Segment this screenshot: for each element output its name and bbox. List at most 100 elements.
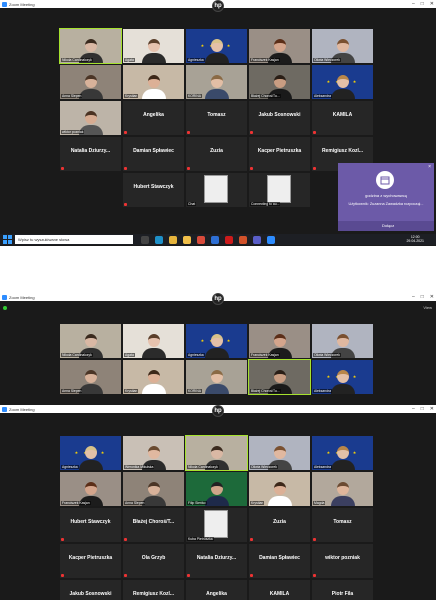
participant-name: Zuzia (210, 148, 223, 154)
chrome-icon[interactable] (197, 235, 205, 244)
participant-tile[interactable]: KAMILA (249, 580, 310, 600)
close-button[interactable]: ✕ (430, 406, 434, 412)
participant-tile[interactable]: Franciszek Kasjan (249, 29, 310, 63)
participant-tile[interactable]: Piotr Fila (312, 580, 373, 600)
participant-tile[interactable]: KORINA (186, 360, 247, 394)
office-icon[interactable] (239, 235, 247, 244)
participant-tile[interactable]: Krystian (249, 472, 310, 506)
participant-tile[interactable]: Oliwia Wieczorek (312, 29, 373, 63)
participant-tile[interactable]: Natalia Dziurzy... (186, 544, 247, 578)
participant-tile[interactable]: ★ ★ ★ ★Aleksandra (312, 65, 373, 99)
participant-tile[interactable]: Hubert Stawczyk (123, 173, 184, 207)
participant-tile[interactable]: ★ ★ ★ ★Agnieszka (186, 324, 247, 358)
participant-tile[interactable]: KAMILA (312, 101, 373, 135)
participant-tile[interactable]: Błażej Choroś/Tu... (248, 359, 311, 395)
participant-head (210, 482, 223, 495)
maximize-button[interactable]: □ (421, 294, 424, 300)
task-view-icon[interactable] (141, 235, 149, 244)
participant-tile[interactable]: Nikola Cardinalczyk (59, 28, 122, 64)
participant-tile[interactable]: Krystian (123, 65, 184, 99)
participant-tile[interactable]: Jakub Sosnowski (249, 101, 310, 135)
participant-tile[interactable]: Agata (123, 324, 184, 358)
participant-tile[interactable]: ★ ★ ★ ★Agnieszka (186, 29, 247, 63)
participant-tile[interactable]: Damian Spławiec (123, 137, 184, 171)
participant-tile[interactable]: Angelika (123, 101, 184, 135)
participant-tile[interactable]: Remigiusz Kozl... (123, 580, 184, 600)
minimize-button[interactable]: – (412, 406, 415, 412)
participant-name: Agnieszka (187, 353, 205, 357)
participant-tile[interactable]: Oliwia Wieczorek (312, 324, 373, 358)
maximize-button[interactable]: □ (421, 1, 424, 7)
participant-tile[interactable]: Ola Grzyb (123, 544, 184, 578)
participant-tile[interactable]: Tomasz (312, 508, 373, 542)
taskbar-clock[interactable]: 12:00 29.04.2021 (406, 235, 424, 243)
participant-tile[interactable]: Weronika Mikulska (123, 436, 184, 470)
participant-tile[interactable]: Oliwia Wieczorek (249, 436, 310, 470)
view-button[interactable]: View (423, 305, 432, 310)
participant-head (210, 334, 223, 347)
participant-head (273, 370, 286, 383)
store-icon[interactable] (169, 235, 177, 244)
mail-icon[interactable] (211, 235, 219, 244)
participant-tile[interactable]: Chat (186, 173, 247, 207)
opera-icon[interactable] (225, 235, 233, 244)
close-button[interactable]: ✕ (430, 294, 434, 300)
participant-tile[interactable]: Błażej Choroś/Tu... (249, 65, 310, 99)
participant-tile[interactable]: Damian Spławiec (249, 544, 310, 578)
participant-figure (204, 39, 229, 63)
participant-tile[interactable]: Anna Slepen (123, 472, 184, 506)
minimize-button[interactable]: – (412, 294, 415, 300)
participant-body (141, 89, 166, 99)
participant-name: Błażej Choroś/Tu... (250, 389, 281, 393)
minimize-button[interactable]: – (412, 1, 415, 7)
close-button[interactable]: ✕ (430, 1, 434, 7)
participant-tile[interactable]: Nikola Cardinalczyk (185, 435, 248, 471)
participant-tile[interactable]: Anna Slepen (60, 65, 121, 99)
participant-tile[interactable]: Kacper Pietruszka (249, 137, 310, 171)
teams-icon[interactable] (253, 235, 261, 244)
participant-tile[interactable]: Franciszek Kasjan (249, 324, 310, 358)
participant-tile[interactable]: Zuzia (186, 137, 247, 171)
notification-title: godzina z wychowawcą (365, 193, 407, 198)
participant-name: Piotr Fila (331, 591, 354, 597)
participant-figure (330, 482, 355, 506)
participant-tile[interactable]: Natalia Dziurzy... (60, 137, 121, 171)
participant-tile[interactable]: Nikola Cardinalczyk (60, 324, 121, 358)
maximize-button[interactable]: □ (421, 406, 424, 412)
participant-tile[interactable]: Kacper Pietruszka (60, 544, 121, 578)
participant-tile[interactable]: KORINA (186, 65, 247, 99)
participant-tile[interactable]: Kuba Pietruszka (186, 508, 247, 542)
close-icon[interactable]: × (428, 164, 431, 170)
participant-tile[interactable]: Filip Sieńko (186, 472, 247, 506)
participant-tile[interactable]: Franciszek Kasjan (60, 472, 121, 506)
folder-icon[interactable] (183, 235, 191, 244)
participant-tile[interactable]: Magda (312, 472, 373, 506)
zoom-icon[interactable] (267, 235, 275, 244)
participant-tile[interactable]: Krystian (123, 360, 184, 394)
participant-tile[interactable]: Błażej Choroś/T... (123, 508, 184, 542)
participant-tile[interactable]: Hubert Stawczyk (60, 508, 121, 542)
participant-tile[interactable]: Jakub Sosnowski (60, 580, 121, 600)
windows-start-icon[interactable] (3, 235, 12, 244)
security-shield-icon[interactable] (3, 306, 7, 310)
participant-tile[interactable]: Angelika (186, 580, 247, 600)
participant-tile[interactable]: ★ ★ ★ ★Agnieszka (60, 436, 121, 470)
participant-tile[interactable]: Agata (123, 29, 184, 63)
participant-figure (204, 370, 229, 394)
participant-tile[interactable]: wiktor pozniak (60, 101, 121, 135)
participant-tile[interactable]: Tomasz (186, 101, 247, 135)
join-button[interactable]: Dołącz (382, 223, 394, 228)
participant-name: Angelika (206, 591, 227, 597)
participant-tile[interactable]: Connecting to au... (249, 173, 310, 207)
participant-tile[interactable]: wiktor pozniak (312, 544, 373, 578)
edge-icon[interactable] (155, 235, 163, 244)
participant-tile[interactable]: Anna Slepen (60, 360, 121, 394)
participant-head (147, 370, 160, 383)
participant-tile[interactable]: ★ ★ ★ ★Aleksandra (312, 360, 373, 394)
taskbar-search-input[interactable]: Wpisz tu wyszukiwane słowa (15, 235, 133, 244)
participant-name: Oliwia Wieczorek (313, 353, 341, 357)
participant-name: Krystian (124, 94, 139, 98)
participant-tile[interactable]: Zuzia (249, 508, 310, 542)
meeting-notification[interactable]: × godzina z wychowawcą Użytkownik: Zuzan… (338, 163, 434, 231)
participant-tile[interactable]: ★ ★ ★ ★Aleksandra (312, 436, 373, 470)
